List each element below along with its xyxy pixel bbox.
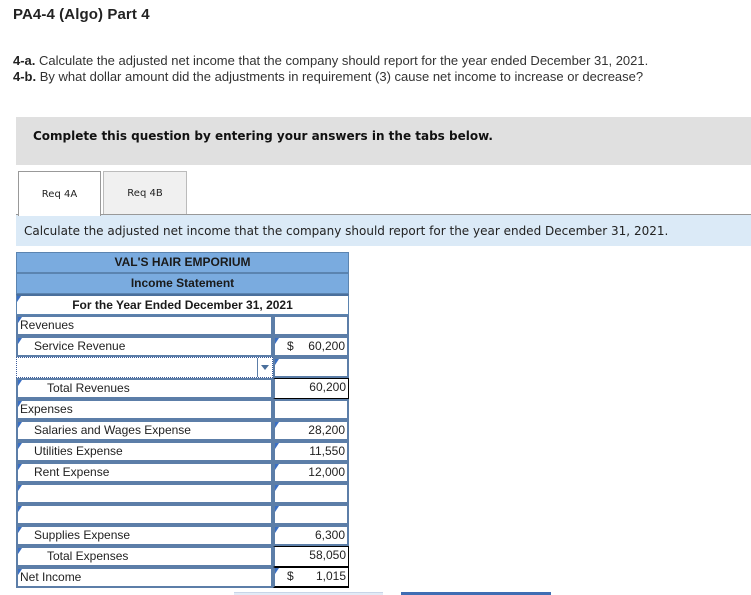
- row-label-revenues[interactable]: Revenues: [16, 315, 273, 336]
- question-4b: 4-b. By what dollar amount did the adjus…: [13, 69, 643, 84]
- row-label-supplies[interactable]: Supplies Expense: [16, 525, 273, 546]
- row-amount-input[interactable]: [273, 504, 349, 525]
- question-4a: 4-a. Calculate the adjusted net income t…: [13, 53, 648, 68]
- row-amount-input[interactable]: [273, 483, 349, 504]
- row-label-salaries[interactable]: Salaries and Wages Expense: [16, 420, 273, 441]
- row-amount-input[interactable]: [273, 357, 349, 378]
- question-4b-label: 4-b.: [13, 69, 37, 84]
- tab-req-4a[interactable]: Req 4A: [18, 171, 101, 216]
- row-amount: [273, 399, 349, 420]
- currency-symbol: $: [287, 339, 294, 353]
- row-label-utilities[interactable]: Utilities Expense: [16, 441, 273, 462]
- row-label-total-revenues[interactable]: Total Revenues: [16, 378, 273, 399]
- row-amount-rent[interactable]: 12,000: [273, 462, 349, 483]
- row-label-input[interactable]: [16, 504, 273, 525]
- row-amount-service-revenue[interactable]: $60,200: [273, 336, 349, 357]
- row-label-expenses[interactable]: Expenses: [16, 399, 273, 420]
- page-title: PA4-4 (Algo) Part 4: [13, 6, 150, 23]
- row-label-net-income[interactable]: Net Income: [16, 567, 273, 588]
- account-dropdown[interactable]: [16, 357, 273, 378]
- row-label-rent[interactable]: Rent Expense: [16, 462, 273, 483]
- question-4a-text: Calculate the adjusted net income that t…: [35, 53, 649, 68]
- instruction-bar: Complete this question by entering your …: [16, 117, 751, 165]
- prompt-text: Calculate the adjusted net income that t…: [24, 224, 669, 238]
- statement-period[interactable]: For the Year Ended December 31, 2021: [16, 294, 349, 315]
- company-name: VAL'S HAIR EMPORIUM: [16, 252, 349, 273]
- row-amount-total-expenses: 58,050: [273, 546, 349, 567]
- question-4b-text: By what dollar amount did the adjustment…: [36, 69, 644, 84]
- amount-value: 1,015: [315, 569, 346, 583]
- row-label-total-expenses[interactable]: Total Expenses: [16, 546, 273, 567]
- tab-req-4b[interactable]: Req 4B: [103, 171, 187, 215]
- row-label-service-revenue[interactable]: Service Revenue: [16, 336, 273, 357]
- row-amount-net-income[interactable]: $1,015: [273, 567, 349, 588]
- row-amount-total-revenues: 60,200: [273, 378, 349, 399]
- chevron-down-icon[interactable]: [257, 358, 272, 377]
- row-amount-utilities[interactable]: 11,550: [273, 441, 349, 462]
- statement-title: Income Statement: [16, 273, 349, 294]
- question-4a-label: 4-a.: [13, 53, 36, 68]
- row-amount-supplies[interactable]: 6,300: [273, 525, 349, 546]
- instruction-text: Complete this question by entering your …: [33, 129, 493, 143]
- prompt-bar: Calculate the adjusted net income that t…: [16, 215, 751, 246]
- currency-symbol: $: [287, 569, 294, 583]
- row-amount: [273, 315, 349, 336]
- row-amount-salaries[interactable]: 28,200: [273, 420, 349, 441]
- row-label-input[interactable]: [16, 483, 273, 504]
- amount-value: 60,200: [308, 339, 345, 353]
